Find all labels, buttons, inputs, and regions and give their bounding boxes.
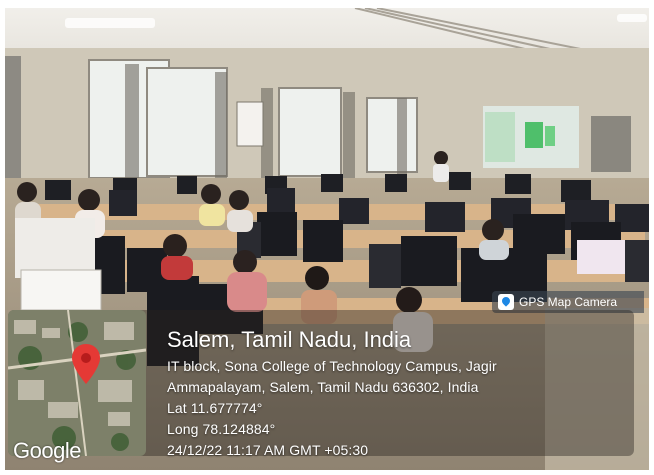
google-brand-label: Google: [13, 438, 81, 463]
map-thumbnail: [8, 310, 146, 456]
latitude-text: Lat 11.677774°: [167, 400, 263, 416]
address-line-1: IT block, Sona College of Technology Cam…: [167, 358, 497, 374]
longitude-text: Long 78.124884°: [167, 421, 276, 437]
location-title: Salem, Tamil Nadu, India: [167, 327, 412, 352]
gps-badge-label: GPS Map Camera: [519, 295, 618, 309]
datetime-text: 24/12/22 11:17 AM GMT +05:30: [167, 442, 369, 458]
map-pin-icon: [498, 294, 514, 310]
address-line-2: Ammapalayam, Salem, Tamil Nadu 636302, I…: [167, 379, 479, 395]
photo-frame: GPS Map Camera Google Salem, Tamil Nadu,…: [5, 8, 649, 470]
location-info: Salem, Tamil Nadu, India IT block, Sona …: [167, 326, 627, 461]
